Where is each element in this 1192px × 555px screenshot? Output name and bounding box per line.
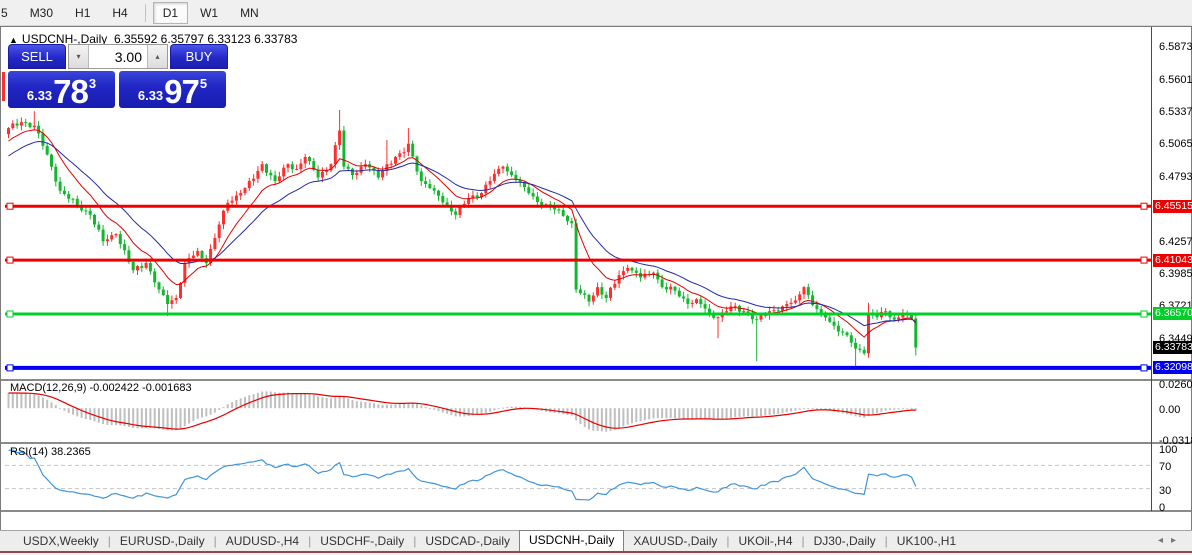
level-price-badge: 6.36570 — [1153, 307, 1192, 320]
rsi-value: 38.2365 — [51, 446, 91, 458]
macd-axis-tick: 0.02607 — [1159, 379, 1192, 391]
sell-price-big: 78 — [53, 77, 88, 107]
price-axis-tick: 6.47930 — [1159, 171, 1192, 183]
price-axis-line — [1151, 27, 1152, 511]
buy-button[interactable]: BUY — [170, 44, 228, 69]
window-bottom-edge — [0, 551, 1192, 553]
timeframe-toolbar: 5M30H1H4 D1W1MN — [0, 0, 1192, 26]
current-price-badge: 6.33783 — [1153, 341, 1192, 354]
timeframe-button-m30[interactable]: M30 — [20, 2, 63, 24]
chart-tab-uk100-h1[interactable]: UK100-,H1 — [888, 532, 965, 551]
rsi-indicator-label: RSI(14) 38.2365 — [10, 446, 91, 458]
chart-tab-ukoil-h4[interactable]: UKOil-,H4 — [730, 532, 802, 551]
chart-tab-eurusd-daily[interactable]: EURUSD-,Daily — [111, 532, 214, 551]
timeframe-button-h1[interactable]: H1 — [65, 2, 100, 24]
timeframe-button-d1[interactable]: D1 — [153, 2, 188, 24]
volume-increase-button[interactable]: ▴ — [147, 45, 167, 68]
price-axis-tick: 6.53370 — [1159, 106, 1192, 118]
volume-decrease-button[interactable]: ▾ — [69, 45, 89, 68]
toolbar-separator — [145, 4, 146, 22]
level-price-badge: 6.32098 — [1153, 361, 1192, 374]
macd-indicator-label: MACD(12,26,9) -0.002422 -0.001683 — [10, 382, 192, 394]
chart-tab-xauusd-daily[interactable]: XAUUSD-,Daily — [624, 532, 726, 551]
rsi-axis-tick: 70 — [1159, 461, 1171, 473]
timeframe-button-h4[interactable]: H4 — [102, 2, 137, 24]
chart-tab-usdcnh-daily[interactable]: USDCNH-,Daily — [519, 530, 624, 552]
one-click-trade-panel: SELL ▾ 3.00 ▴ BUY 6.33 78 3 6.33 97 5 — [8, 44, 228, 108]
pane-separator — [1, 510, 1191, 513]
tab-scroll-left-icon[interactable]: ◂ — [1158, 535, 1171, 546]
price-axis-tick: 6.50650 — [1159, 138, 1192, 150]
clipped-candle — [2, 72, 5, 101]
timeframe-button-mn[interactable]: MN — [230, 2, 269, 24]
price-axis-tick: 6.58730 — [1159, 41, 1192, 53]
buy-price-sup: 5 — [200, 76, 207, 91]
timeframe-button-w1[interactable]: W1 — [190, 2, 228, 24]
macd-axis-tick: 0.00 — [1159, 404, 1180, 416]
macd-values: -0.002422 -0.001683 — [89, 382, 191, 394]
trading-terminal: { "toolbar": { "items": [ {"label": "5",… — [0, 0, 1192, 555]
volume-input[interactable]: 3.00 — [89, 45, 147, 68]
price-axis-tick: 6.39850 — [1159, 268, 1192, 280]
tab-scroll-arrows[interactable]: ◂▸ — [1158, 535, 1184, 546]
sell-button[interactable]: SELL — [8, 44, 66, 69]
volume-box: ▾ 3.00 ▴ — [68, 44, 168, 69]
chart-tab-audusd-h4[interactable]: AUDUSD-,H4 — [217, 532, 308, 551]
chart-window: ▲USDCNH-,Daily 6.35592 6.35797 6.33123 6… — [0, 26, 1192, 531]
rsi-axis-tick: 30 — [1159, 485, 1171, 497]
price-axis-tick: 6.56010 — [1159, 74, 1192, 86]
tab-scroll-right-icon[interactable]: ▸ — [1171, 535, 1184, 546]
buy-price-big: 97 — [164, 77, 199, 107]
pane-separator[interactable] — [1, 442, 1191, 445]
chart-tab-dj30-daily[interactable]: DJ30-,Daily — [805, 532, 885, 551]
level-price-badge: 6.41043 — [1153, 254, 1192, 267]
symbol-tab-strip: USDX,Weekly|EURUSD-,Daily|AUDUSD-,H4|USD… — [0, 530, 1192, 551]
sell-price-tile[interactable]: 6.33 78 3 — [8, 71, 115, 108]
sell-price-sup: 3 — [89, 76, 96, 91]
price-axis-tick: 6.42570 — [1159, 236, 1192, 248]
chart-tab-usdx-weekly[interactable]: USDX,Weekly — [14, 532, 108, 551]
level-price-badge: 6.45515 — [1153, 200, 1192, 213]
buy-price-prefix: 6.33 — [138, 88, 163, 103]
buy-price-tile[interactable]: 6.33 97 5 — [119, 71, 226, 108]
rsi-axis-tick: 100 — [1159, 444, 1177, 456]
rsi-chart-canvas[interactable] — [5, 444, 1151, 510]
rsi-axis-tick: 0 — [1159, 502, 1165, 514]
chart-tab-usdchf-daily[interactable]: USDCHF-,Daily — [311, 532, 413, 551]
timeframe-button-5[interactable]: 5 — [0, 2, 18, 24]
sell-price-prefix: 6.33 — [27, 88, 52, 103]
chart-tab-usdcad-daily[interactable]: USDCAD-,Daily — [416, 532, 519, 551]
